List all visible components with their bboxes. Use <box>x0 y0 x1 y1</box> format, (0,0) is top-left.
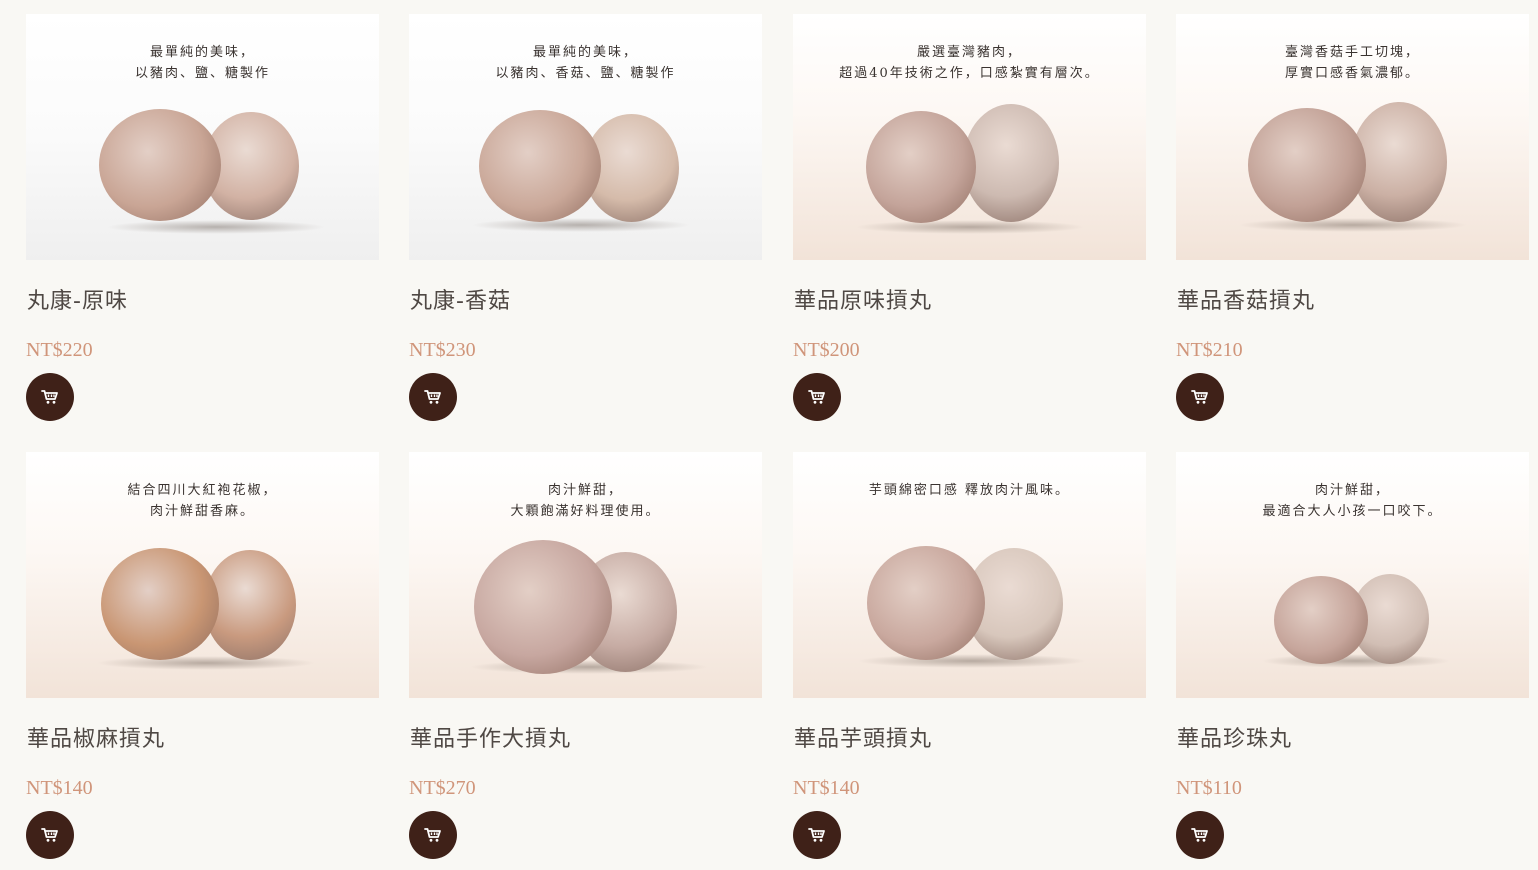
add-to-cart-button[interactable] <box>1176 373 1224 421</box>
meatball-illustration <box>26 14 379 260</box>
product-grid: 最單純的美味， 以豬肉、鹽、糖製作 丸康-原味 NT$220 最單純的美味， 以… <box>0 0 1538 870</box>
product-name[interactable]: 丸康-原味 <box>27 283 128 315</box>
product-image[interactable]: 肉汁鮮甜， 大顆飽滿好料理使用。 <box>409 452 762 698</box>
cart-icon <box>424 827 442 843</box>
product-card[interactable]: 結合四川大紅袍花椒， 肉汁鮮甜香麻。 華品椒麻摃丸 NT$140 <box>26 452 379 870</box>
meatball-illustration <box>26 452 379 698</box>
cart-icon <box>424 389 442 405</box>
add-to-cart-button[interactable] <box>409 811 457 859</box>
product-card[interactable]: 肉汁鮮甜， 最適合大人小孩一口咬下。 華品珍珠丸 NT$110 <box>1176 452 1529 870</box>
product-price: NT$140 <box>793 777 860 799</box>
cart-icon <box>1191 389 1209 405</box>
product-image[interactable]: 臺灣香菇手工切塊， 厚實口感香氣濃郁。 <box>1176 14 1529 260</box>
product-card[interactable]: 最單純的美味， 以豬肉、鹽、糖製作 丸康-原味 NT$220 <box>26 14 379 434</box>
meatball-illustration <box>409 14 762 260</box>
meatball-illustration <box>1176 14 1529 260</box>
product-name[interactable]: 華品香菇摃丸 <box>1177 283 1315 315</box>
product-name[interactable]: 華品芋頭摃丸 <box>794 721 932 753</box>
cart-icon <box>41 827 59 843</box>
product-image[interactable]: 嚴選臺灣豬肉， 超過40年技術之作，口感紮實有層次。 <box>793 14 1146 260</box>
product-name[interactable]: 華品原味摃丸 <box>794 283 932 315</box>
product-price: NT$200 <box>793 339 860 361</box>
cart-icon <box>808 389 826 405</box>
add-to-cart-button[interactable] <box>26 811 74 859</box>
product-image[interactable]: 肉汁鮮甜， 最適合大人小孩一口咬下。 <box>1176 452 1529 698</box>
add-to-cart-button[interactable] <box>793 811 841 859</box>
product-name[interactable]: 丸康-香菇 <box>410 283 511 315</box>
product-price: NT$210 <box>1176 339 1243 361</box>
add-to-cart-button[interactable] <box>793 373 841 421</box>
meatball-illustration <box>409 452 762 698</box>
add-to-cart-button[interactable] <box>409 373 457 421</box>
product-card[interactable]: 肉汁鮮甜， 大顆飽滿好料理使用。 華品手作大摃丸 NT$270 <box>409 452 762 870</box>
product-name[interactable]: 華品珍珠丸 <box>1177 721 1292 753</box>
product-image[interactable]: 結合四川大紅袍花椒， 肉汁鮮甜香麻。 <box>26 452 379 698</box>
cart-icon <box>808 827 826 843</box>
add-to-cart-button[interactable] <box>26 373 74 421</box>
product-card[interactable]: 芋頭綿密口感 釋放肉汁風味。 華品芋頭摃丸 NT$140 <box>793 452 1146 870</box>
meatball-illustration <box>1176 452 1529 698</box>
product-card[interactable]: 嚴選臺灣豬肉， 超過40年技術之作，口感紮實有層次。 華品原味摃丸 NT$200 <box>793 14 1146 434</box>
cart-icon <box>41 389 59 405</box>
cart-icon <box>1191 827 1209 843</box>
meatball-illustration <box>793 452 1146 698</box>
product-name[interactable]: 華品手作大摃丸 <box>410 721 571 753</box>
product-price: NT$110 <box>1176 777 1242 799</box>
add-to-cart-button[interactable] <box>1176 811 1224 859</box>
product-price: NT$220 <box>26 339 93 361</box>
product-image[interactable]: 最單純的美味， 以豬肉、鹽、糖製作 <box>26 14 379 260</box>
meatball-illustration <box>793 14 1146 260</box>
product-price: NT$140 <box>26 777 93 799</box>
product-price: NT$230 <box>409 339 476 361</box>
product-image[interactable]: 最單純的美味， 以豬肉、香菇、鹽、糖製作 <box>409 14 762 260</box>
product-card[interactable]: 最單純的美味， 以豬肉、香菇、鹽、糖製作 丸康-香菇 NT$230 <box>409 14 762 434</box>
product-card[interactable]: 臺灣香菇手工切塊， 厚實口感香氣濃郁。 華品香菇摃丸 NT$210 <box>1176 14 1529 434</box>
product-name[interactable]: 華品椒麻摃丸 <box>27 721 165 753</box>
product-image[interactable]: 芋頭綿密口感 釋放肉汁風味。 <box>793 452 1146 698</box>
product-price: NT$270 <box>409 777 476 799</box>
